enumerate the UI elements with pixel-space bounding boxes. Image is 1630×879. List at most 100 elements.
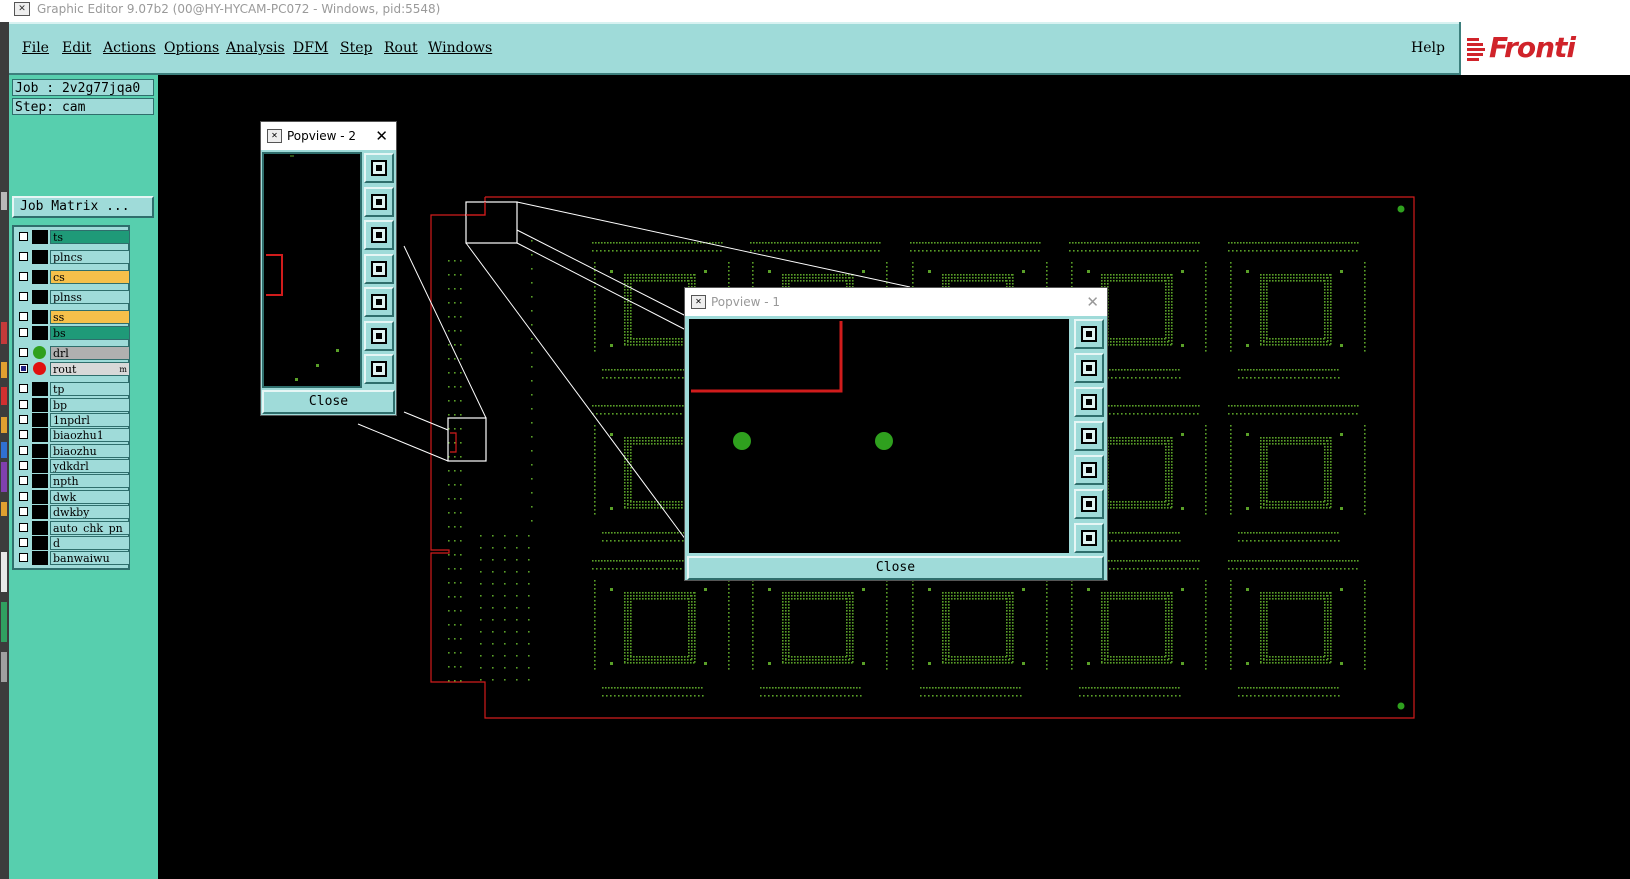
layer-row-dwk[interactable]: dwk xyxy=(17,490,130,504)
layer-row-biaozhu1[interactable]: biaozhu1 xyxy=(17,428,130,442)
layer-row-rout[interactable]: rout m xyxy=(17,362,130,376)
layer-checkbox[interactable] xyxy=(19,415,28,424)
layer-name[interactable]: dwkby xyxy=(50,505,130,519)
layer-row-drl[interactable]: drl xyxy=(17,346,130,360)
layer-name[interactable]: bs xyxy=(50,326,130,340)
pan-left-button[interactable] xyxy=(364,253,394,284)
layer-name[interactable]: bp xyxy=(50,398,130,412)
menu-dfm[interactable]: DFM xyxy=(293,40,328,56)
layer-checkbox[interactable] xyxy=(19,446,28,455)
layer-checkbox[interactable] xyxy=(19,553,28,562)
layer-name[interactable]: dwk xyxy=(50,490,130,504)
menu-file[interactable]: File xyxy=(22,40,49,56)
pan-left-button[interactable] xyxy=(1074,421,1104,451)
layer-checkbox[interactable] xyxy=(19,328,28,337)
popview-2-close-button[interactable]: Close xyxy=(262,390,395,414)
layer-name[interactable]: plnss xyxy=(50,290,130,304)
layer-row-npth[interactable]: npth xyxy=(17,474,130,488)
layer-name[interactable]: plncs xyxy=(50,250,130,264)
layer-checkbox[interactable] xyxy=(19,476,28,485)
layer-row-banwaiwu[interactable]: banwaiwu xyxy=(17,551,130,565)
popview-2-viewport[interactable] xyxy=(262,152,362,388)
pan-up-icon xyxy=(1081,360,1097,376)
menu-windows[interactable]: Windows xyxy=(428,40,492,56)
layer-color-swatch xyxy=(32,398,48,412)
zoom-out-button[interactable] xyxy=(364,354,394,384)
layer-name[interactable]: biaozhu xyxy=(50,444,130,458)
menu-analysis[interactable]: Analysis xyxy=(226,40,285,56)
layer-row-biaozhu[interactable]: biaozhu xyxy=(17,444,130,458)
logo-text: Fronti xyxy=(1489,31,1576,64)
layer-name[interactable]: ss xyxy=(50,310,130,324)
popview-1-viewport[interactable] xyxy=(687,317,1071,555)
menu-help[interactable]: Help xyxy=(1411,40,1445,56)
zoom-in-button[interactable] xyxy=(364,320,394,351)
menu-rout[interactable]: Rout xyxy=(384,40,418,56)
pan-down-button[interactable] xyxy=(364,220,394,250)
zoom-home-button[interactable] xyxy=(364,153,394,183)
app-icon: ✕ xyxy=(267,129,282,143)
pan-up-button[interactable] xyxy=(364,186,394,217)
layer-checkbox[interactable] xyxy=(19,348,28,357)
layer-row-dwkby[interactable]: dwkby xyxy=(17,505,130,519)
layer-row-cs[interactable]: cs xyxy=(17,270,130,284)
zoom-home-icon xyxy=(1081,326,1097,342)
layer-row-plncs[interactable]: plncs xyxy=(17,250,130,264)
layer-checkbox[interactable] xyxy=(19,292,28,301)
layer-checkbox[interactable] xyxy=(19,384,28,393)
layer-checkbox[interactable] xyxy=(19,364,28,373)
job-matrix-button[interactable]: Job Matrix ... xyxy=(12,196,154,218)
close-x-icon[interactable]: ✕ xyxy=(1086,288,1099,316)
layer-name[interactable]: ydkdrl xyxy=(50,459,130,473)
layer-checkbox[interactable] xyxy=(19,312,28,321)
popview-1-title: Popview - 1 xyxy=(711,295,780,309)
layer-checkbox[interactable] xyxy=(19,523,28,532)
layer-name[interactable]: biaozhu1 xyxy=(50,428,130,442)
layer-checkbox[interactable] xyxy=(19,430,28,439)
layer-row-ss[interactable]: ss xyxy=(17,310,130,324)
menu-step[interactable]: Step xyxy=(340,40,372,56)
pan-right-button[interactable] xyxy=(1074,455,1104,485)
layer-name[interactable]: 1npdrl xyxy=(50,413,130,427)
popview-1-window: ✕ Popview - 1 ✕ Close xyxy=(684,287,1108,581)
pan-up-button[interactable] xyxy=(1074,353,1104,383)
layer-checkbox[interactable] xyxy=(19,252,28,261)
layer-row-ydkdrl[interactable]: ydkdrl xyxy=(17,459,130,473)
layer-checkbox[interactable] xyxy=(19,507,28,516)
zoom-in-button[interactable] xyxy=(1074,489,1104,519)
layer-row-auto_chk_pn[interactable]: auto_chk_pn xyxy=(17,521,130,535)
menu-edit[interactable]: Edit xyxy=(62,40,91,56)
pan-right-button[interactable] xyxy=(364,287,394,317)
layer-checkbox[interactable] xyxy=(19,492,28,501)
layer-name[interactable]: npth xyxy=(50,474,130,488)
menu-options[interactable]: Options xyxy=(164,40,219,56)
layer-name[interactable]: rout m xyxy=(50,362,130,376)
layer-name[interactable]: ts xyxy=(50,230,130,244)
pan-down-button[interactable] xyxy=(1074,387,1104,417)
layer-name[interactable]: tp xyxy=(50,382,130,396)
layer-row-1npdrl[interactable]: 1npdrl xyxy=(17,413,130,427)
popview-2-leader-line xyxy=(357,423,449,462)
layer-name[interactable]: cs xyxy=(50,270,130,284)
layer-checkbox[interactable] xyxy=(19,272,28,281)
pan-right-icon xyxy=(371,294,387,310)
layer-name[interactable]: d xyxy=(50,536,130,550)
zoom-home-button[interactable] xyxy=(1074,319,1104,349)
layer-row-bp[interactable]: bp xyxy=(17,398,130,412)
layer-row-ts[interactable]: ts xyxy=(17,230,130,244)
zoom-out-button[interactable] xyxy=(1074,523,1104,553)
menu-actions[interactable]: Actions xyxy=(103,40,156,56)
popview-1-close-button[interactable]: Close xyxy=(687,556,1104,580)
close-x-icon[interactable]: ✕ xyxy=(375,122,388,150)
layer-checkbox[interactable] xyxy=(19,461,28,470)
layer-row-plnss[interactable]: plnss xyxy=(17,290,130,304)
layer-name[interactable]: auto_chk_pn xyxy=(50,521,130,535)
layer-checkbox[interactable] xyxy=(19,232,28,241)
layer-row-d[interactable]: d xyxy=(17,536,130,550)
layer-row-tp[interactable]: tp xyxy=(17,382,130,396)
layer-checkbox[interactable] xyxy=(19,400,28,409)
layer-name[interactable]: drl xyxy=(50,346,130,360)
layer-checkbox[interactable] xyxy=(19,538,28,547)
layer-name[interactable]: banwaiwu xyxy=(50,551,130,565)
layer-row-bs[interactable]: bs xyxy=(17,326,130,340)
